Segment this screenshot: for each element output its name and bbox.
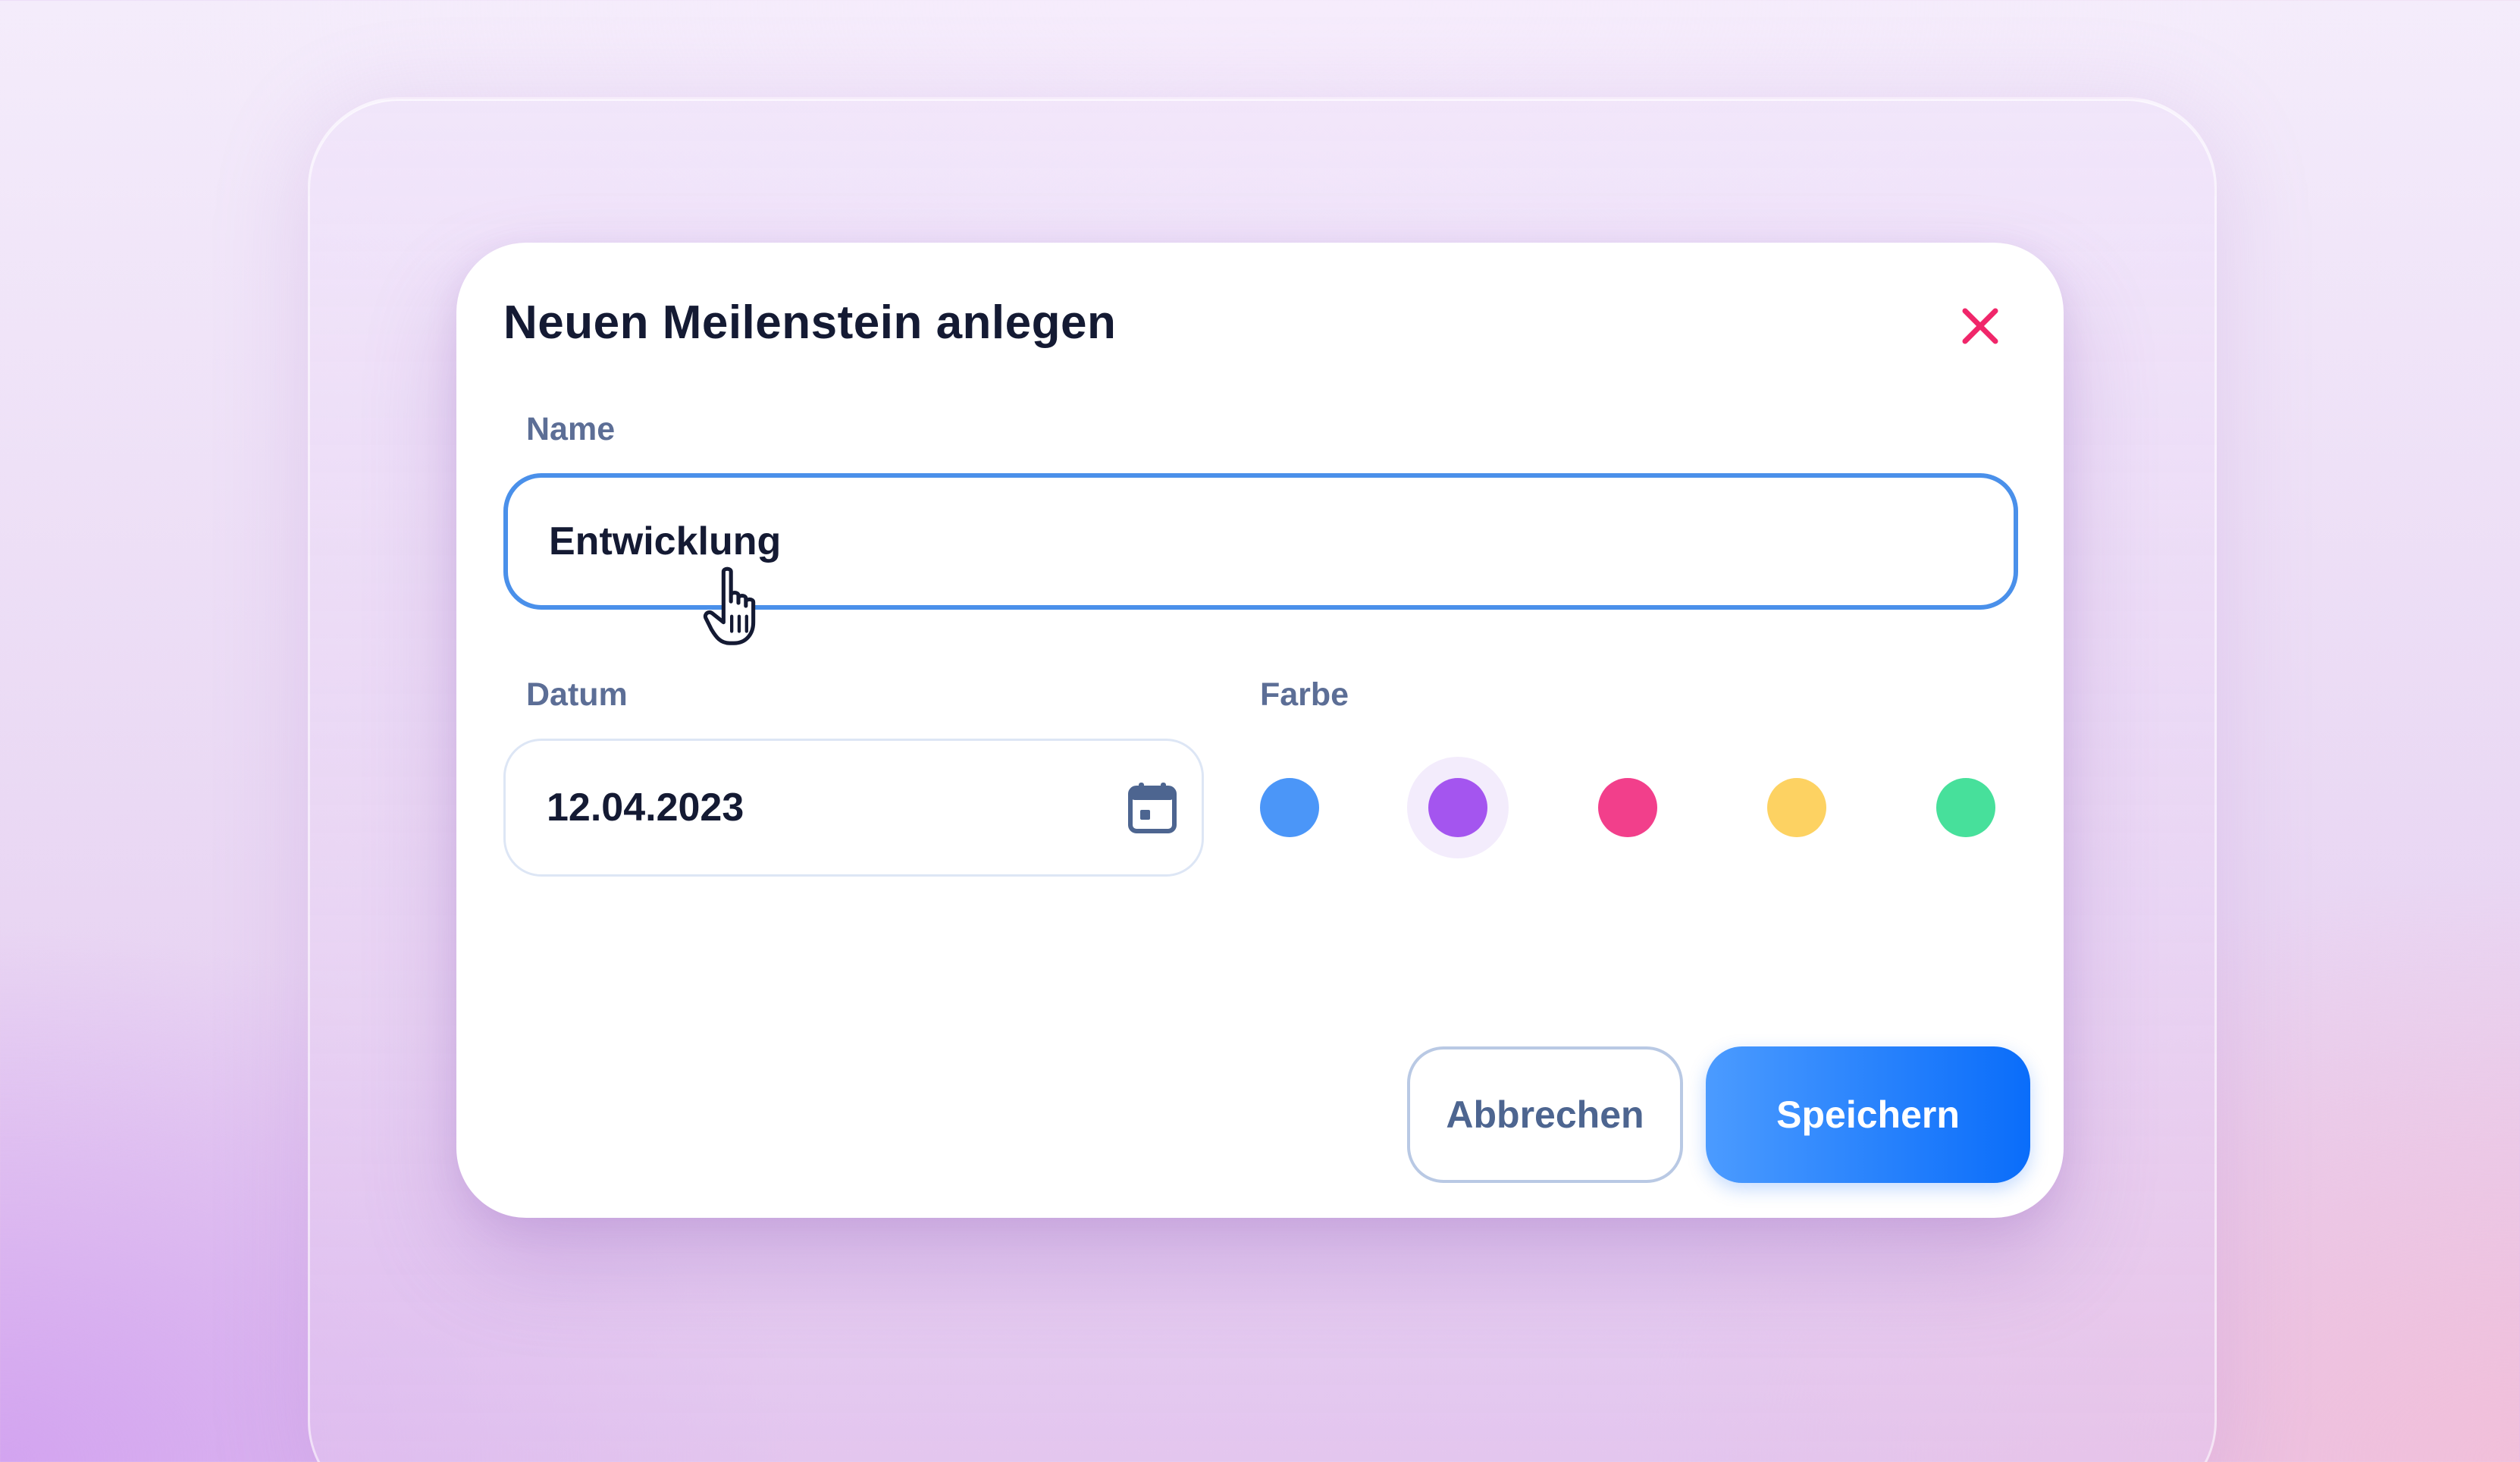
- save-button[interactable]: Speichern: [1706, 1046, 2030, 1183]
- cancel-button[interactable]: Abbrechen: [1407, 1046, 1683, 1183]
- date-label: Datum: [526, 676, 628, 713]
- name-input[interactable]: Entwicklung: [503, 473, 2018, 610]
- date-input[interactable]: 12.04.2023: [503, 739, 1204, 877]
- calendar-icon[interactable]: [1127, 781, 1177, 834]
- color-swatch-pink[interactable]: [1598, 778, 1657, 837]
- close-icon: [1962, 308, 1998, 344]
- color-swatch-green[interactable]: [1936, 778, 1995, 837]
- date-input-value: 12.04.2023: [547, 786, 744, 830]
- color-swatch-blue[interactable]: [1260, 778, 1319, 837]
- color-swatch-yellow[interactable]: [1767, 778, 1826, 837]
- dialog-title: Neuen Meilenstein anlegen: [503, 296, 1117, 349]
- name-input-value: Entwicklung: [549, 519, 782, 563]
- milestone-dialog: Neuen Meilenstein anlegen Name Entwicklu…: [456, 243, 2064, 1218]
- close-button[interactable]: [1956, 302, 2004, 350]
- color-swatch-purple[interactable]: [1428, 778, 1487, 837]
- name-label: Name: [526, 411, 616, 447]
- color-label: Farbe: [1260, 676, 1349, 713]
